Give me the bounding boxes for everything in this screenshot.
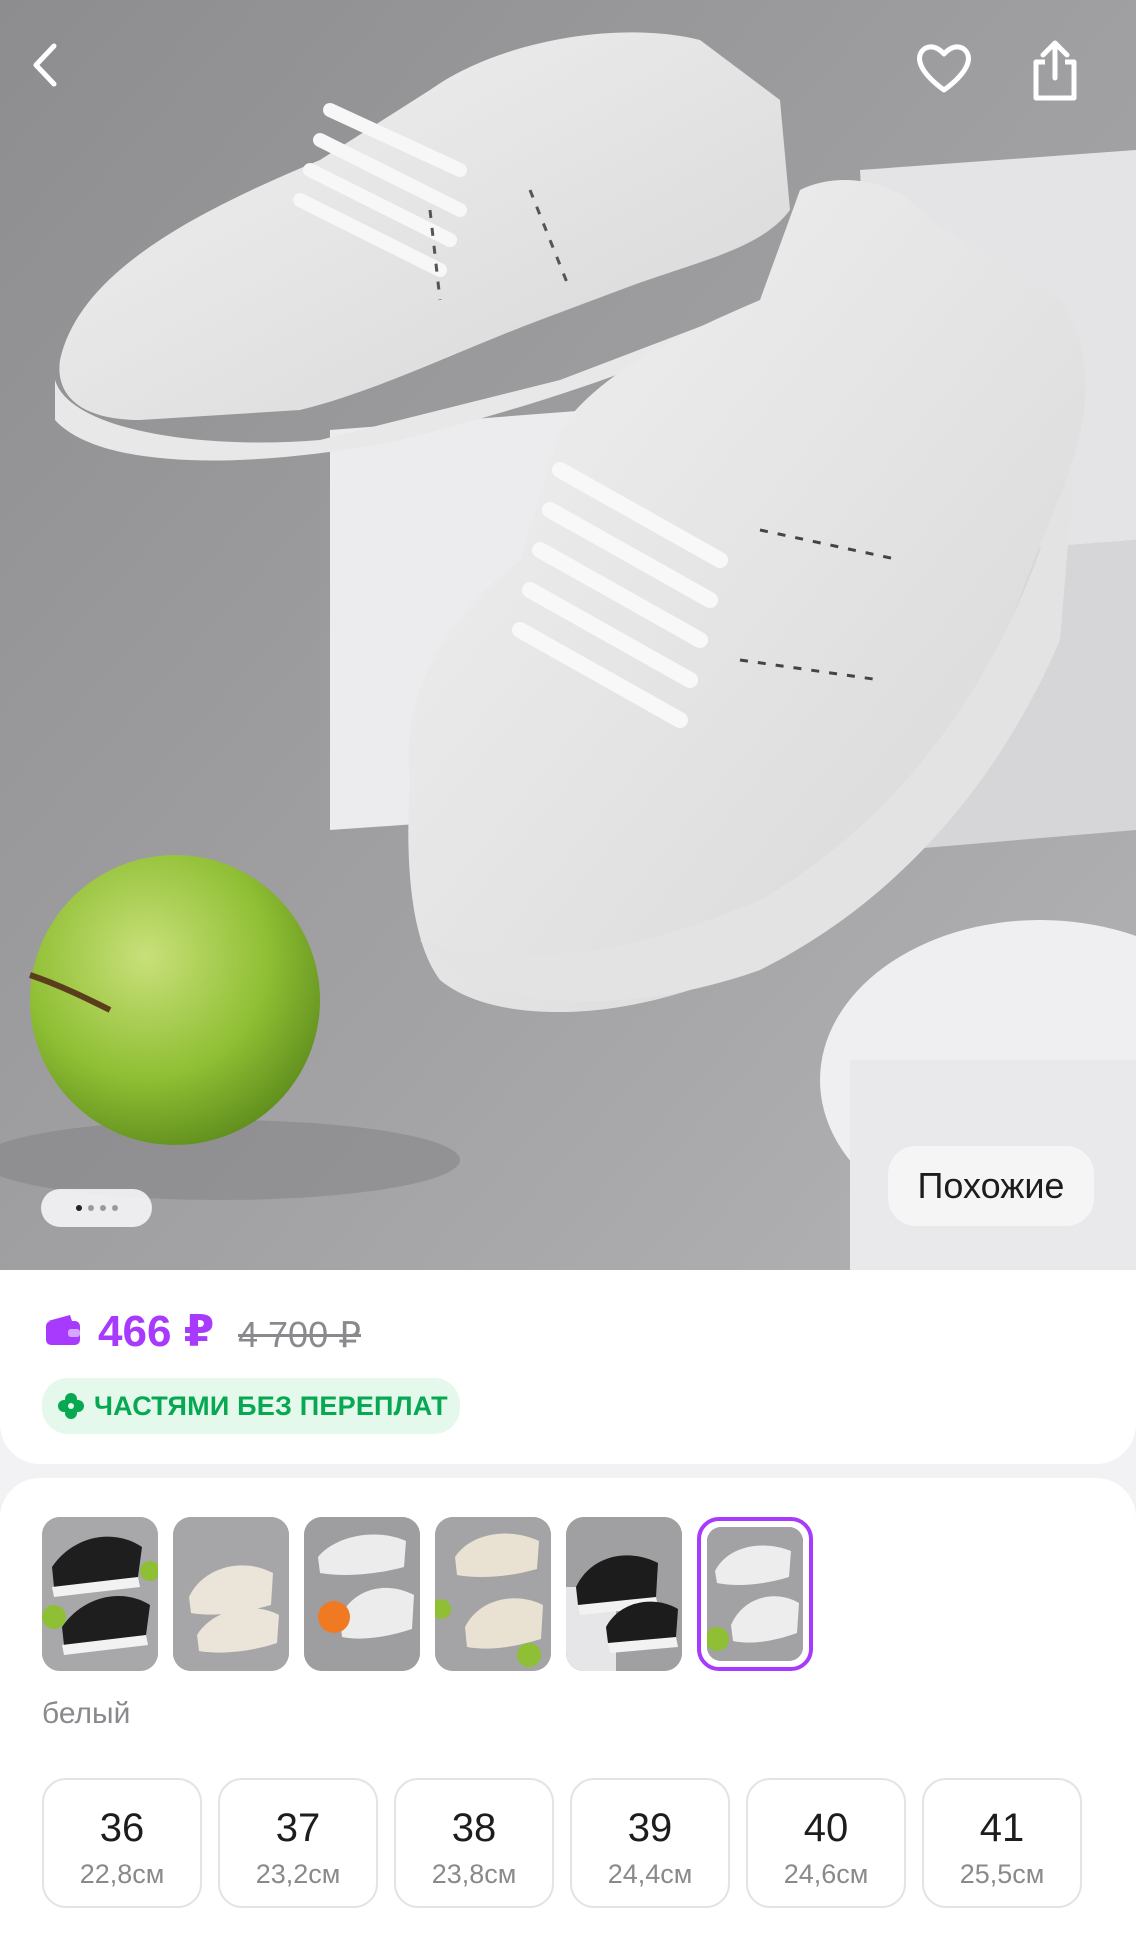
size-length: 25,5см <box>959 1859 1045 1889</box>
size-option-36[interactable]: 36 22,8см <box>42 1778 202 1908</box>
installment-badge[interactable]: ЧАСТЯМИ БЕЗ ПЕРЕПЛАТ <box>42 1378 460 1434</box>
size-length: 23,2см <box>255 1859 341 1889</box>
size-length: 24,4см <box>607 1859 693 1889</box>
size-number: 38 <box>451 1806 497 1850</box>
variant-image <box>435 1517 551 1671</box>
variant-thumbnail-beige[interactable] <box>173 1517 289 1671</box>
back-button[interactable] <box>26 40 106 120</box>
variant-thumbnail-beige-apple[interactable] <box>435 1517 551 1671</box>
variant-thumbnail-black[interactable] <box>42 1517 158 1671</box>
old-price: 4 700 ₽ <box>238 1314 361 1355</box>
product-image[interactable]: Похожие <box>0 0 1136 1270</box>
size-length: 24,6см <box>783 1859 869 1889</box>
size-length: 22,8см <box>79 1859 165 1889</box>
pagination-dot <box>75 1205 82 1211</box>
variant-thumbnail-white-orange[interactable] <box>304 1517 420 1671</box>
size-option-37[interactable]: 37 23,2см <box>218 1778 378 1908</box>
variant-thumbnail-white-selected[interactable] <box>697 1517 813 1671</box>
variant-image <box>173 1517 289 1671</box>
size-number: 41 <box>979 1806 1025 1850</box>
variant-image <box>566 1517 682 1671</box>
size-number: 40 <box>803 1806 849 1850</box>
pagination-dot <box>87 1205 94 1211</box>
variant-image-frame <box>707 1527 803 1661</box>
image-pagination[interactable] <box>41 1189 152 1227</box>
current-price: 466 ₽ <box>98 1307 215 1356</box>
size-option-39[interactable]: 39 24,4см <box>570 1778 730 1908</box>
heart-icon <box>917 44 971 93</box>
chevron-left-icon <box>33 43 57 87</box>
price-card <box>0 1270 1136 1464</box>
similar-button[interactable]: Похожие <box>888 1146 1094 1226</box>
size-option-40[interactable]: 40 24,6см <box>746 1778 906 1908</box>
share-button[interactable] <box>1028 40 1108 120</box>
product-photo <box>0 0 1136 1270</box>
pagination-dot <box>99 1205 106 1211</box>
size-number: 37 <box>275 1806 321 1850</box>
share-icon <box>1033 40 1077 101</box>
variant-image <box>304 1517 420 1671</box>
installment-label: ЧАСТЯМИ БЕЗ ПЕРЕПЛАТ <box>94 1390 448 1421</box>
size-length: 23,8см <box>431 1859 517 1889</box>
size-number: 36 <box>99 1806 145 1850</box>
size-option-38[interactable]: 38 23,8см <box>394 1778 554 1908</box>
pagination-dot <box>111 1205 118 1211</box>
clover-icon <box>58 1393 84 1419</box>
variant-thumbnail-black-2[interactable] <box>566 1517 682 1671</box>
wallet-icon <box>46 1315 80 1345</box>
selected-color-label: белый <box>42 1697 131 1730</box>
favorite-button[interactable] <box>914 40 994 120</box>
variant-image <box>707 1527 803 1661</box>
size-number: 39 <box>627 1806 673 1850</box>
variant-image <box>42 1517 158 1671</box>
size-option-41[interactable]: 41 25,5см <box>922 1778 1082 1908</box>
